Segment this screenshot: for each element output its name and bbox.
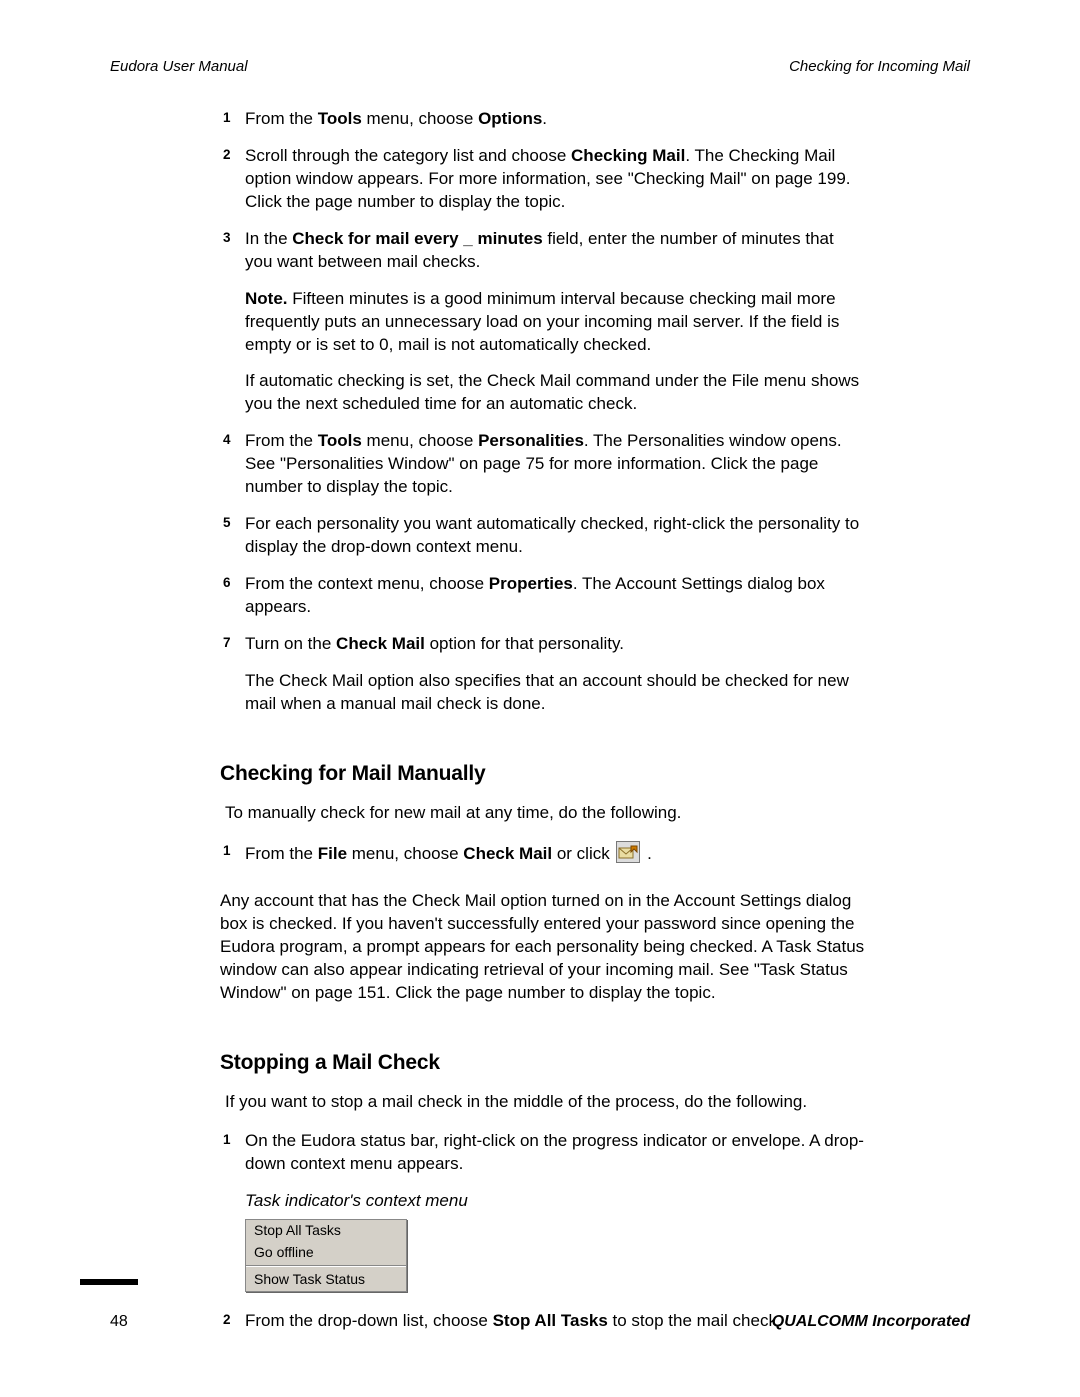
step-number: 2	[223, 1311, 231, 1329]
stop-step-2: 2 From the drop-down list, choose Stop A…	[225, 1310, 865, 1333]
page-header: Eudora User Manual Checking for Incoming…	[110, 58, 970, 75]
intro-manual: To manually check for new mail at any ti…	[225, 802, 865, 825]
step-body: In the Check for mail every _ minutes fi…	[245, 229, 834, 271]
step-body: From the context menu, choose Properties…	[245, 574, 825, 616]
header-left: Eudora User Manual	[110, 58, 248, 75]
steps-list-a: 1 From the Tools menu, choose Options. 2 Sc…	[225, 108, 865, 716]
context-menu-caption: Task indicator's context menu	[245, 1190, 865, 1213]
note-paragraph: Note. Fifteen minutes is a good minimum …	[245, 288, 865, 357]
step-number: 6	[223, 574, 231, 592]
manual-step-1: 1 From the File menu, choose Check Mail …	[225, 841, 865, 866]
step-body: From the File menu, choose Check Mail or…	[245, 844, 652, 863]
step-number: 4	[223, 431, 231, 449]
step-body: Scroll through the category list and cho…	[245, 146, 851, 211]
page-edge-mark	[80, 1279, 138, 1285]
menu-separator	[246, 1265, 406, 1267]
heading-manual: Checking for Mail Manually	[220, 760, 865, 788]
step-number: 1	[223, 842, 231, 860]
step-item: 2 Scroll through the category list and ch…	[225, 145, 865, 214]
step-item: 1 From the Tools menu, choose Options.	[225, 108, 865, 131]
step-item: 4 From the Tools menu, choose Personaliti…	[225, 430, 865, 499]
manual-para: Any account that has the Check Mail opti…	[220, 890, 865, 1005]
stop-step-1: 1 On the Eudora status bar, right-click …	[225, 1130, 865, 1292]
task-context-menu: Stop All Tasks Go offline Show Task Stat…	[245, 1219, 407, 1293]
step-body: From the Tools menu, choose Personalitie…	[245, 431, 842, 496]
step-number: 1	[223, 109, 231, 127]
step-item: 3 In the Check for mail every _ minutes f…	[225, 228, 865, 417]
paragraph: If automatic checking is set, the Check …	[245, 370, 865, 416]
step-item: 5 For each personality you want automatic…	[225, 513, 865, 559]
step-body: From the drop-down list, choose Stop All…	[245, 1311, 782, 1330]
menu-item-show-task-status[interactable]: Show Task Status	[246, 1269, 406, 1291]
check-mail-icon[interactable]	[616, 841, 640, 863]
menu-item-stop-all-tasks[interactable]: Stop All Tasks	[246, 1220, 406, 1242]
footer-company: QUALCOMM Incorporated	[772, 1313, 970, 1331]
step-item: 7 Turn on the Check Mail option for that…	[225, 633, 865, 716]
header-right: Checking for Incoming Mail	[789, 58, 970, 75]
step-body: On the Eudora status bar, right-click on…	[245, 1131, 864, 1173]
step-number: 5	[223, 514, 231, 532]
step-body: For each personality you want automatica…	[245, 514, 859, 556]
step-body: Turn on the Check Mail option for that p…	[245, 634, 624, 653]
step-number: 3	[223, 229, 231, 247]
page-number: 48	[110, 1313, 128, 1331]
step-number: 2	[223, 146, 231, 164]
step-number: 1	[223, 1131, 231, 1149]
step-number: 7	[223, 634, 231, 652]
page-content: 1 From the Tools menu, choose Options. 2 Sc…	[225, 108, 865, 1347]
heading-stop: Stopping a Mail Check	[220, 1049, 865, 1077]
menu-item-go-offline[interactable]: Go offline	[246, 1242, 406, 1264]
paragraph: The Check Mail option also specifies tha…	[245, 670, 865, 716]
intro-stop: If you want to stop a mail check in the …	[225, 1091, 865, 1114]
step-item: 6 From the context menu, choose Propertie…	[225, 573, 865, 619]
step-body: From the Tools menu, choose Options.	[245, 109, 547, 128]
